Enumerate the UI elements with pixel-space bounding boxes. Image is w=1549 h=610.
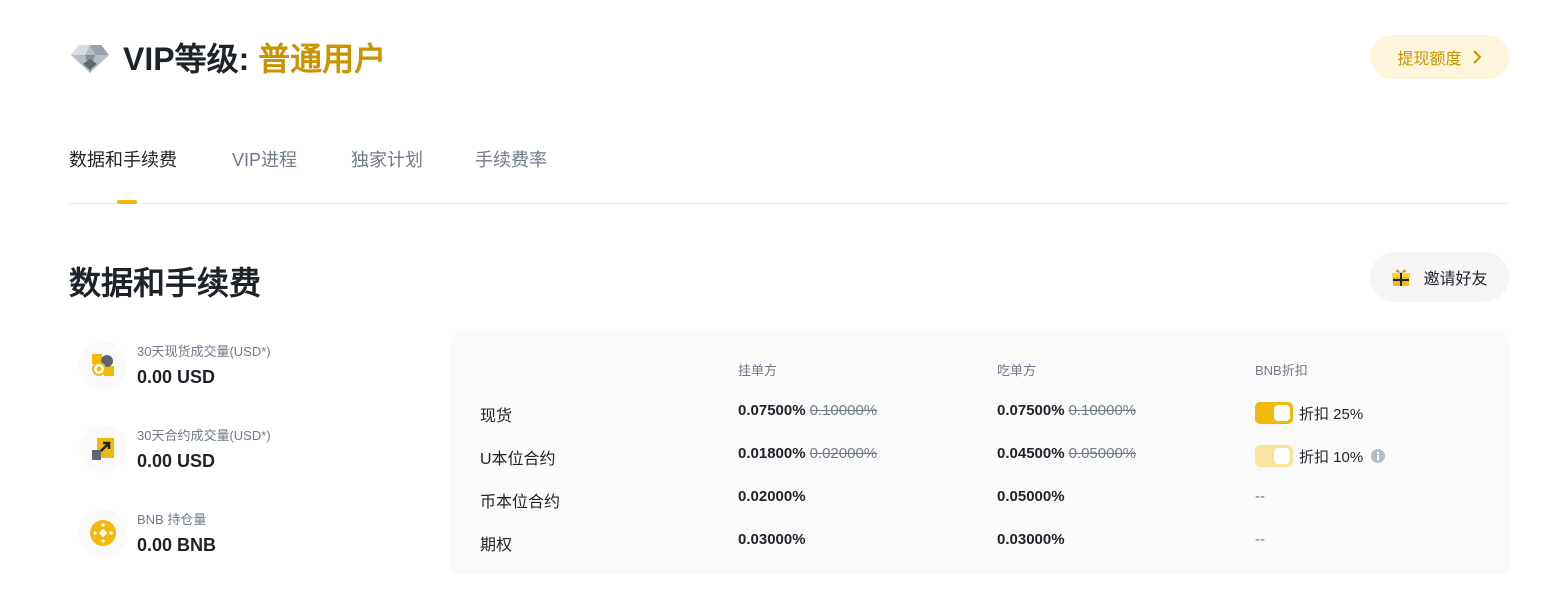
toggle-knob <box>1274 405 1290 421</box>
taker-rate-value: 0.03000% <box>997 531 1065 548</box>
bnb-discount-toggle[interactable] <box>1255 402 1293 424</box>
spot-volume-icon <box>79 341 127 389</box>
maker-rate-value: 0.03000% <box>738 531 806 548</box>
tab-vip-progress[interactable]: VIP进程 <box>232 146 297 172</box>
stat-label: 30天现货成交量(USD*) <box>137 343 271 359</box>
stat-label: 30天合约成交量(USD*) <box>137 427 271 443</box>
bnb-discount-value: -- <box>1255 488 1265 505</box>
taker-rate: 0.04500% 0.05000% <box>997 445 1136 462</box>
tab-label: 手续费率 <box>475 150 547 170</box>
stat-spot-volume: 30天现货成交量(USD*) 0.00 USD <box>79 341 271 389</box>
page-header: VIP等级: 普通用户 <box>69 34 386 80</box>
taker-rate-value: 0.05000% <box>997 488 1065 505</box>
maker-rate: 0.07500% 0.10000% <box>738 402 877 419</box>
chevron-right-icon <box>1472 49 1482 65</box>
bnb-icon <box>79 509 127 557</box>
header-maker: 挂单方 <box>738 363 778 378</box>
taker-rate-value: 0.07500% <box>997 402 1065 419</box>
fee-row-name: 现货 <box>480 408 513 425</box>
bnb-discount: 折扣 25% <box>1255 402 1363 424</box>
bnb-discount-value: 折扣 10% <box>1299 448 1364 466</box>
header-taker: 吃单方 <box>997 363 1037 378</box>
info-icon[interactable] <box>1371 449 1386 463</box>
bnb-discount: 折扣 10% <box>1255 445 1386 467</box>
fee-row-name: 期权 <box>480 537 513 554</box>
bnb-discount-toggle[interactable] <box>1255 445 1293 467</box>
withdraw-limit-button[interactable]: 提现额度 <box>1370 35 1509 79</box>
toggle-knob <box>1274 448 1290 464</box>
page-title: VIP等级: 普通用户 <box>123 34 386 80</box>
taker-rate-original: 0.05000% <box>1068 445 1137 462</box>
taker-rate: 0.07500% 0.10000% <box>997 402 1136 419</box>
tab-label: 独家计划 <box>351 150 423 170</box>
tab-data-fees[interactable]: 数据和手续费 <box>69 146 177 172</box>
stat-bnb-holdings: BNB 持仓量 0.00 BNB <box>79 509 216 557</box>
tab-bar: 数据和手续费 VIP进程 独家计划 手续费率 <box>69 138 1509 204</box>
gift-icon <box>1391 267 1411 287</box>
tab-fee-rates[interactable]: 手续费率 <box>475 146 547 172</box>
bnb-discount-value: 折扣 25% <box>1299 405 1364 423</box>
fee-row-name: 币本位合约 <box>480 494 561 511</box>
taker-rate-value: 0.04500% <box>997 445 1065 462</box>
fee-row-coinm-futures: 币本位合约 0.02000% 0.05000% -- <box>451 488 1509 512</box>
taker-rate-original: 0.10000% <box>1068 402 1137 419</box>
maker-rate-value: 0.02000% <box>738 488 806 505</box>
stat-value: 0.00 USD <box>137 450 216 471</box>
stat-futures-volume: 30天合约成交量(USD*) 0.00 USD <box>79 425 271 473</box>
fee-table: 挂单方 吃单方 BNB折扣 现货 0.07500% 0.10000% 0.0750… <box>451 332 1509 574</box>
fee-row-spot: 现货 0.07500% 0.10000% 0.07500% 0.10000% 折扣 … <box>451 402 1509 426</box>
header-bnb-discount: BNB折扣 <box>1255 363 1308 378</box>
tab-label: VIP进程 <box>232 150 298 170</box>
stat-label: BNB 持仓量 <box>137 511 207 527</box>
fee-row-usdm-futures: U本位合约 0.01800% 0.02000% 0.04500% 0.05000% … <box>451 445 1509 469</box>
vip-level-name: 普通用户 <box>258 41 387 77</box>
active-tab-indicator <box>117 200 137 204</box>
tab-label: 数据和手续费 <box>69 150 177 170</box>
bnb-discount-value: -- <box>1255 531 1265 548</box>
tab-exclusive-plans[interactable]: 独家计划 <box>351 146 423 172</box>
fee-row-options: 期权 0.03000% 0.03000% -- <box>451 531 1509 555</box>
section-title: 数据和手续费 <box>69 265 262 301</box>
vip-level-prefix: VIP等级: <box>123 41 259 77</box>
diamond-icon <box>69 37 111 77</box>
stat-value: 0.00 BNB <box>137 534 217 555</box>
maker-rate: 0.01800% 0.02000% <box>738 445 877 462</box>
invite-friends-label: 邀请好友 <box>1423 271 1488 288</box>
withdraw-limit-label: 提现额度 <box>1397 51 1462 68</box>
futures-volume-icon <box>79 425 127 473</box>
maker-rate-value: 0.07500% <box>738 402 806 419</box>
invite-friends-button[interactable]: 邀请好友 <box>1370 252 1509 302</box>
maker-rate-value: 0.01800% <box>738 445 806 462</box>
maker-rate-original: 0.10000% <box>809 402 878 419</box>
stat-value: 0.00 USD <box>137 366 216 387</box>
maker-rate-original: 0.02000% <box>809 445 878 462</box>
fee-row-name: U本位合约 <box>480 451 556 468</box>
